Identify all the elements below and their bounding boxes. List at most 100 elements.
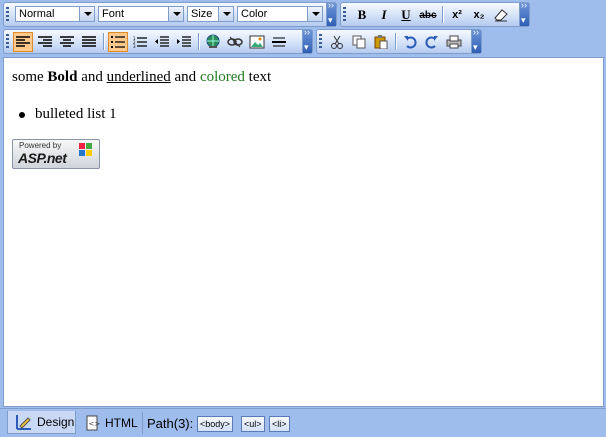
undo-icon [404,36,417,49]
bold-button[interactable]: B [352,5,372,25]
paragraph-format-value: Normal [19,8,55,20]
edit-toolbar [316,27,482,54]
align-right-button[interactable] [57,32,77,52]
toolbar-grip[interactable] [6,34,9,50]
colored-text: colored [199,69,245,85]
list-item[interactable]: bulleted list 1 [19,106,117,123]
size-value: Size [191,8,213,20]
toolbar-separator [103,33,105,50]
chevron-down-icon[interactable] [168,7,183,21]
unlink-button[interactable] [225,32,245,52]
bold-text: Bold [47,69,78,85]
plain-text: and [77,69,107,85]
align-left-button[interactable] [13,32,33,52]
editor-text-line[interactable]: some Bold and underlined and colored tex… [12,69,271,86]
toolbar-grip[interactable] [343,7,346,23]
outdent-icon [155,36,169,47]
html-document-icon: <> [86,415,101,430]
badge-caption: Powered by [19,141,62,150]
align-center-button[interactable] [35,32,55,52]
color-value: Color [241,8,268,20]
scissors-icon [331,35,343,49]
text-style-toolbar: B I U abc x² x₂ [340,0,530,27]
toolbar-separator [395,33,397,50]
globe-link-icon [206,34,220,48]
align-center-icon [60,36,74,47]
badge-title: ASP.net [18,150,67,166]
path-tag-body[interactable]: <body> [197,416,234,432]
path-tag-li[interactable]: <li> [269,416,290,432]
align-left-icon [16,36,30,47]
strikethrough-icon: abc [419,9,437,21]
redo-button[interactable] [422,32,442,52]
italic-button[interactable]: I [374,5,394,25]
svg-text:<>: <> [89,420,101,428]
tab-design-label: Design [37,415,75,429]
tab-html-label: HTML [105,415,138,430]
paragraph-toolbar: 123 [3,27,313,54]
cut-button[interactable] [327,32,347,52]
print-button[interactable] [444,32,464,52]
chevron-down-icon[interactable] [79,7,94,21]
indent-icon [177,36,191,47]
eraser-icon [494,9,508,22]
bulleted-list-icon [111,36,125,48]
design-pencil-icon [16,415,31,430]
font-value: Font [102,8,125,20]
bulleted-list-button[interactable] [108,32,128,52]
powered-by-aspnet-logo: Powered by ASP.net [12,139,100,169]
paste-icon [374,35,388,49]
path-tag-ul[interactable]: <ul> [241,416,265,432]
subscript-button[interactable]: x₂ [469,5,489,25]
strikethrough-button[interactable]: abc [418,5,438,25]
insert-link-button[interactable] [203,32,223,52]
superscript-icon: x² [452,9,462,21]
paste-button[interactable] [371,32,391,52]
insert-image-button[interactable] [247,32,267,52]
italic-icon: I [381,7,387,22]
outdent-button[interactable] [152,32,172,52]
printer-icon [446,35,462,49]
font-select[interactable]: Font [98,6,184,22]
toolbar-separator [442,6,444,23]
toolbar-separator [198,33,200,50]
status-separator [142,412,143,434]
toolbar-options-icon[interactable] [302,27,312,53]
chevron-down-icon[interactable] [307,7,322,21]
justify-icon [82,36,96,47]
align-right-icon [38,36,52,47]
horizontal-rule-button[interactable] [269,32,289,52]
toolbar-row-1: Normal Font Size Color B I U abc x² x₂ [0,0,606,29]
eraser-button[interactable] [491,5,511,25]
toolbar-row-2: 123 [0,27,606,56]
redo-icon [425,36,438,49]
paragraph-format-select[interactable]: Normal [15,6,95,22]
unlink-icon [227,36,243,48]
tab-html[interactable]: <> HTML [84,411,142,434]
toolbar-options-icon[interactable] [326,0,336,26]
image-icon [249,35,265,49]
toolbar-options-icon[interactable] [471,27,481,53]
windows-flag-icon [79,143,92,156]
tab-design[interactable]: Design [7,411,76,434]
superscript-button[interactable]: x² [447,5,467,25]
numbered-list-icon: 123 [133,36,147,48]
justify-button[interactable] [79,32,99,52]
toolbar-options-icon[interactable] [519,0,529,26]
subscript-icon: x₂ [473,9,485,21]
undo-button[interactable] [400,32,420,52]
numbered-list-button[interactable]: 123 [130,32,150,52]
color-select[interactable]: Color [237,6,323,22]
toolbar-grip[interactable] [6,7,9,23]
path-label: Path(3): [147,416,194,431]
copy-icon [352,35,366,49]
bold-icon: B [357,7,367,22]
toolbar-grip[interactable] [319,34,322,50]
horizontal-rule-icon [272,37,286,47]
copy-button[interactable] [349,32,369,52]
underline-button[interactable]: U [396,5,416,25]
editor-area[interactable]: some Bold and underlined and colored tex… [3,57,604,407]
size-select[interactable]: Size [187,6,234,22]
chevron-down-icon[interactable] [218,7,233,21]
indent-button[interactable] [174,32,194,52]
